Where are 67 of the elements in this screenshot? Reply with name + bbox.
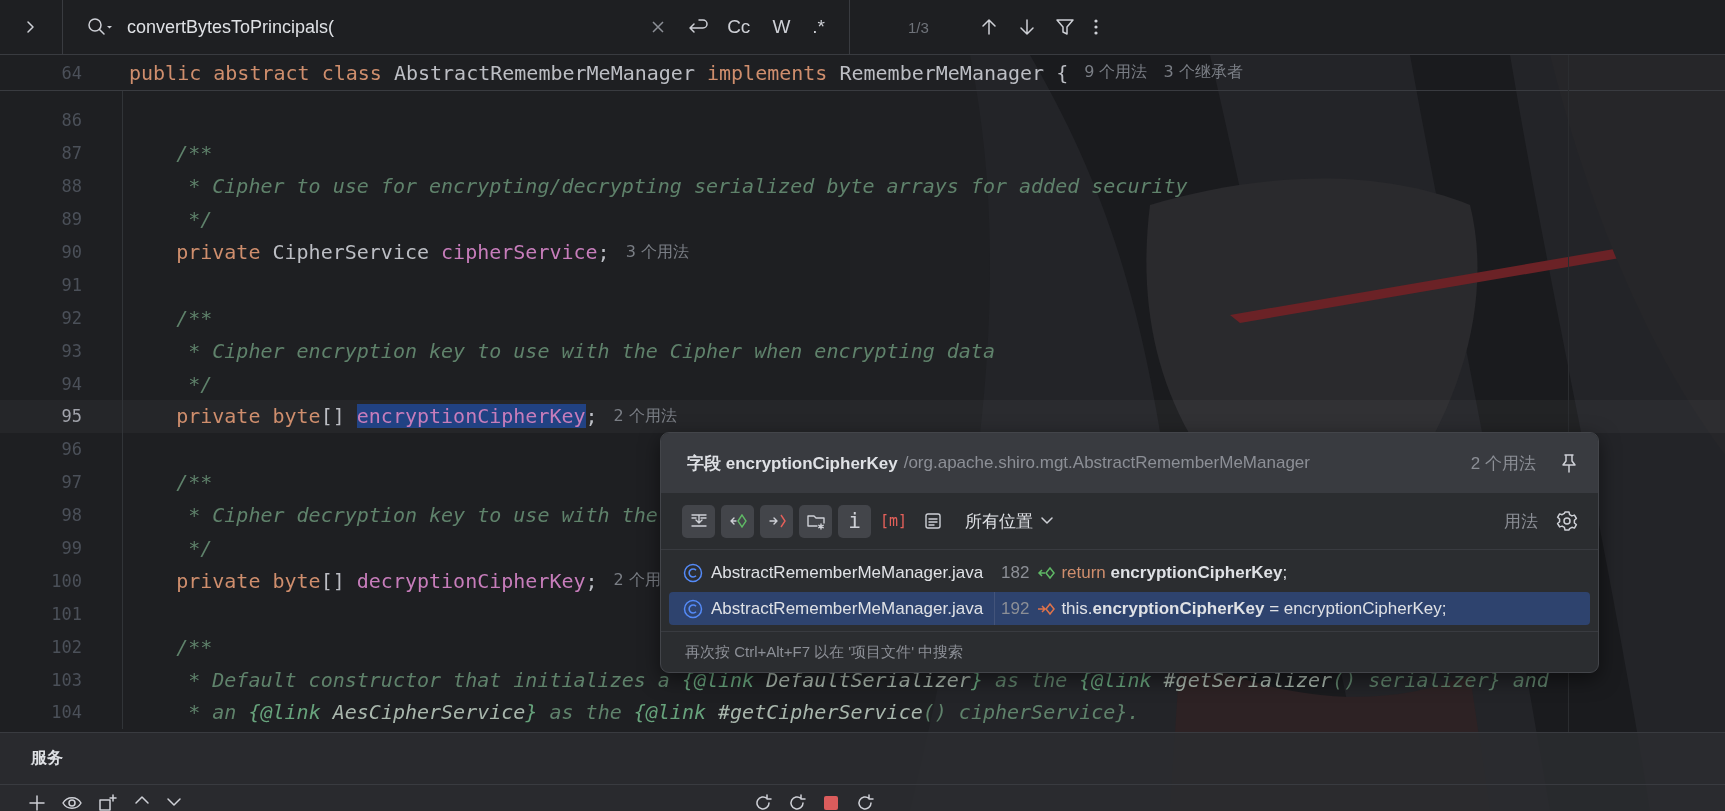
code-snippet: this.encryptionCipherKey = encryptionCipherKey; [1061,598,1447,619]
filter-toggle[interactable]: [m] [877,504,910,538]
expand-chevron-button[interactable] [25,20,37,34]
read-access-icon [1037,565,1056,580]
mode-label: 用法 [1504,510,1538,533]
usage-count: 2 个用法 [1470,452,1536,475]
usage-result-row[interactable]: AbstractRememberMeManager.java 192 this.encryptionCipherKey = encryptionCipherKey; [669,592,1590,625]
filter-icon[interactable] [1054,17,1075,37]
line-number: 192 [1001,598,1030,619]
code-line: /** [176,305,213,330]
search-option-toggle[interactable]: .* [808,14,829,40]
code-line: /** [176,470,213,495]
code-line: /** [176,634,213,659]
more-icon[interactable] [1092,17,1099,37]
match-count: 1/3 [908,18,929,36]
usage-result-row[interactable]: AbstractRememberMeManager.java 182 return encryptionCipherKey; [669,556,1590,589]
caret-icon [1041,517,1053,525]
search-option-toggle[interactable]: W [768,14,795,40]
filter-toggle[interactable] [799,504,832,538]
search-icon[interactable] [87,17,113,37]
code-line: private CipherService cipherService; [176,240,610,264]
panel-title: 服务 [31,748,63,769]
code-snippet: return encryptionCipherKey; [1061,562,1288,583]
stop-icon[interactable] [822,794,840,811]
code-line: */ [188,371,213,396]
rerun-icon[interactable] [754,794,772,811]
code-line: * Cipher to use for encrypting/decrypting serialized byte arrays for added security [188,174,1188,199]
file-name: AbstractRememberMeManager.java [711,562,985,583]
line-number: 95 [60,406,82,427]
search-hint: 再次按 Ctrl+Alt+F7 以在 '项目文件' 中搜索 [685,642,964,662]
line-number: 182 [1001,562,1030,583]
usage-hint: 3 个继承者 [1163,62,1243,83]
close-icon[interactable] [651,20,666,34]
usage-hint: 3 个用法 [625,241,689,263]
code-line: * Cipher decryption key to use with the [188,503,658,528]
usage-hint: 2 个用 [613,570,661,592]
filter-toggle[interactable]: i [838,504,871,538]
code-line: */ [188,207,213,232]
eye-icon[interactable] [62,794,82,811]
filter-toggle[interactable] [721,504,754,538]
class-icon [683,598,703,619]
popup-title: 字段 encryptionCipherKey [687,452,898,475]
code-line: /** [176,141,213,166]
rerun-icon[interactable] [856,794,874,811]
filter-toggle[interactable] [682,504,715,538]
settings-icon[interactable] [1556,510,1578,532]
preview-icon [922,511,943,531]
add-group-icon[interactable] [98,794,118,811]
code-line: */ [188,536,213,560]
filter-toggle[interactable] [760,504,793,538]
usage-hint: 9 个用法 [1084,62,1148,83]
code-line: * an {@link AesCipherService} as the {@link #getCipherService() cipherService}. [188,700,1140,725]
file-name: AbstractRememberMeManager.java [711,598,985,619]
plus-icon[interactable] [28,794,46,811]
read-access-icon [727,511,748,531]
rerun-icon[interactable] [788,794,806,811]
code-line: public abstract class AbstractRememberMeManager implements RememberMeManager { [129,60,1069,85]
write-access-icon [1037,601,1056,616]
class-path: /org.apache.shiro.mgt.AbstractRememberMeManager [903,453,1311,473]
search-option-toggle[interactable]: Cc [723,14,755,40]
usage-hint: 2 个用法 [613,405,677,427]
search-field[interactable]: convertBytesToPrincipals( [127,12,638,42]
code-line: private byte[] decryptionCipherKey; [176,568,598,593]
code-line: * Cipher encryption key to use with the Cipher when encrypting data [188,338,995,363]
class-icon [683,562,703,583]
scope-dropdown[interactable]: 所有位置 [965,509,1053,533]
pin-icon[interactable] [1560,453,1578,473]
